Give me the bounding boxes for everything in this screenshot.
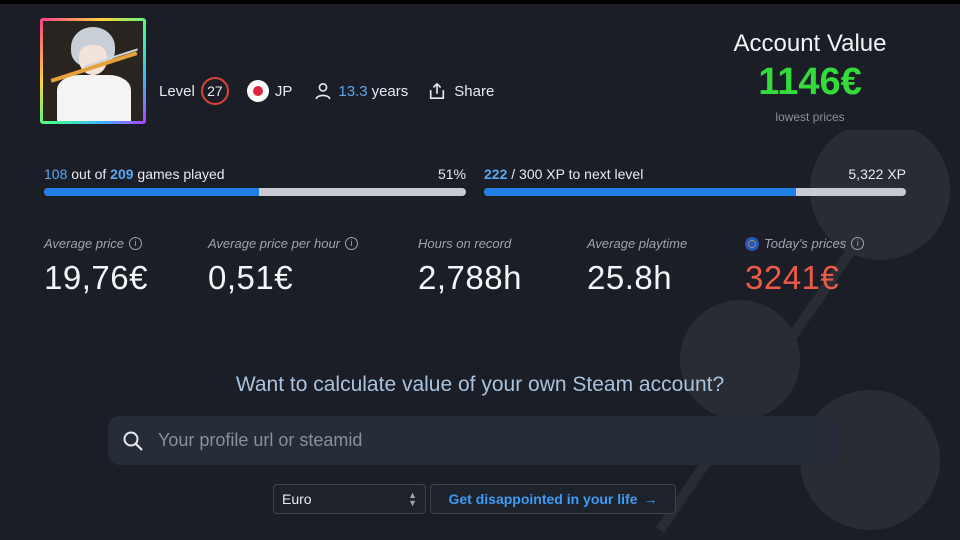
profile-search-box[interactable] [108, 416, 842, 465]
stat-label: Hours on record [418, 236, 512, 251]
games-percent: 51% [437, 166, 466, 182]
games-played-text: 108 out of 209 games played [44, 166, 225, 182]
xp-rest: / 300 XP to next level [511, 166, 644, 182]
stat-label: Average price [44, 236, 124, 251]
stat-average-playtime: Average playtime 25.8h [587, 236, 687, 297]
stat-value: 0,51€ [208, 259, 294, 296]
stat-average-price-per-hour: Average price per hour i 0,51€ [208, 236, 359, 297]
avatar-image [43, 21, 143, 121]
xp-current: 222 [484, 166, 508, 182]
account-value-note: lowest prices [775, 110, 845, 124]
user-icon [315, 82, 331, 100]
info-icon[interactable]: i [128, 237, 142, 250]
currency-selected: Euro [282, 491, 312, 507]
share-icon[interactable] [428, 82, 446, 100]
info-icon[interactable]: i [851, 237, 865, 250]
info-icon[interactable]: i [345, 237, 359, 250]
profile-search-input[interactable] [158, 430, 758, 451]
stat-average-price: Average price i 19,76€ [44, 236, 148, 297]
xp-total: 5,322 XP [848, 166, 906, 182]
account-value: 1146€ [758, 61, 862, 103]
xp-progress-fill [484, 188, 797, 196]
chevron-updown-icon: ▲ ▼ [408, 490, 417, 508]
eu-flag-icon [745, 236, 759, 251]
profile-meta: Level 27 JP 13.3 years Share [159, 77, 494, 105]
games-progress-fill [44, 188, 260, 196]
jp-flag-icon [246, 80, 269, 102]
stat-value: 3241€ [745, 259, 840, 296]
xp-text: 222 / 300 XP to next level [484, 166, 643, 182]
games-progress: 108 out of 209 games played 51% [44, 166, 466, 196]
stat-value: 2,788h [418, 259, 522, 296]
xp-progress-track [484, 188, 906, 196]
level-badge: 27 [200, 77, 229, 105]
currency-select[interactable]: Euro ▲ ▼ [273, 484, 426, 514]
arrow-right-icon: → [643, 491, 658, 507]
stat-value: 25.8h [587, 259, 673, 296]
stat-label: Average price per hour [208, 236, 341, 251]
stat-value: 19,76€ [44, 259, 148, 296]
games-suffix: games played [137, 166, 225, 182]
share-button[interactable]: Share [454, 83, 494, 100]
stat-todays-prices: Today's prices i 3241€ [745, 236, 865, 297]
stat-hours-on-record: Hours on record 2,788h [418, 236, 522, 297]
calculate-button[interactable]: Get disappointed in your life → [430, 484, 676, 514]
account-value-panel: Account Value 1146€ lowest prices [715, 30, 905, 124]
games-total-count: 209 [110, 166, 134, 182]
games-progress-track [44, 188, 466, 196]
xp-progress: 222 / 300 XP to next level 5,322 XP [484, 166, 906, 196]
games-out-of: out of [71, 166, 107, 182]
top-edge [0, 0, 960, 4]
stat-label: Average playtime [587, 236, 688, 251]
stat-label: Today's prices [764, 236, 847, 251]
account-value-title: Account Value [733, 30, 887, 57]
account-age-unit: years [371, 82, 409, 100]
country-code: JP [274, 82, 293, 100]
calculate-button-label: Get disappointed in your life [448, 491, 638, 507]
level-label: Level [159, 82, 195, 100]
account-age: 13.3 [338, 82, 368, 100]
games-played-count: 108 [44, 166, 68, 182]
profile-avatar[interactable] [40, 18, 146, 124]
search-icon [123, 431, 143, 451]
calculate-prompt: Want to calculate value of your own Stea… [235, 373, 725, 396]
